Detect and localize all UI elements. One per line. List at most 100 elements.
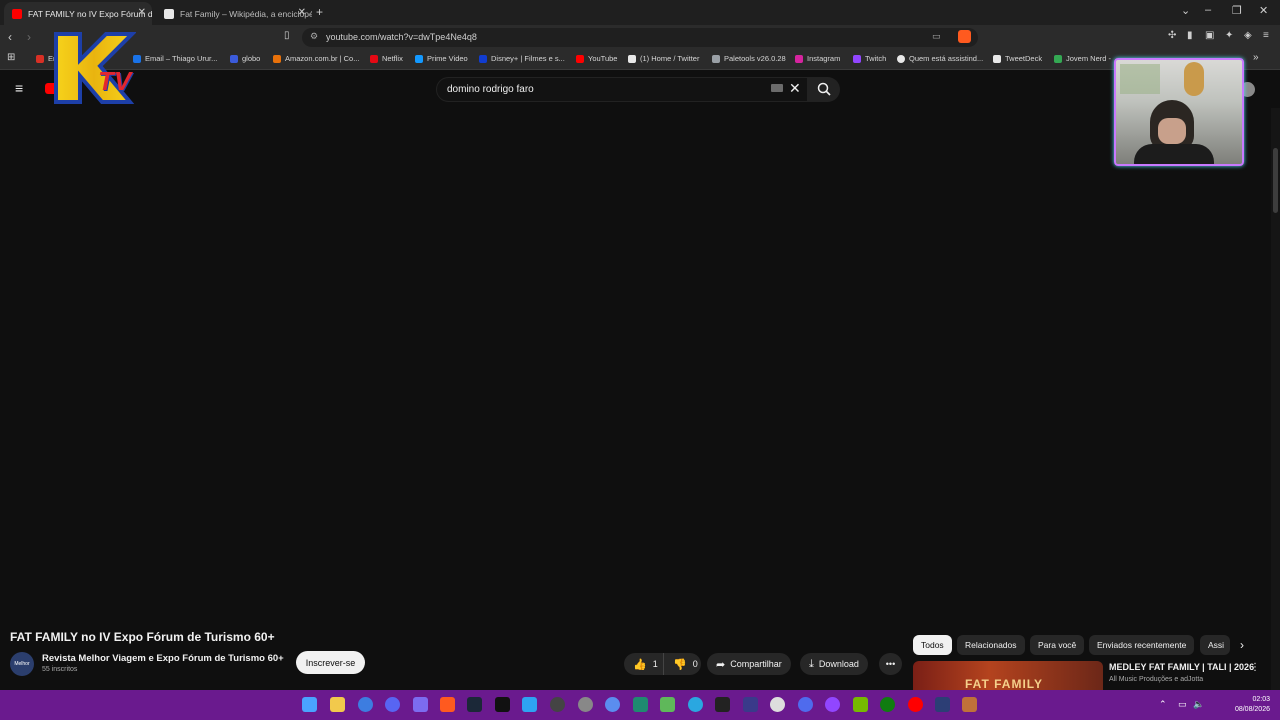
subscribe-button[interactable]: Inscrever-se	[296, 651, 365, 674]
app-icon[interactable]	[550, 697, 565, 712]
tab-search-icon[interactable]: ⌄	[1181, 4, 1190, 17]
bookmark-label: Prime Video	[427, 54, 468, 63]
more-bookmarks-icon[interactable]: »	[1253, 52, 1259, 63]
bookmark-item[interactable]: Email – Thiago Urur...	[133, 54, 217, 63]
tray-chevron-icon[interactable]: ⌃	[1159, 699, 1167, 710]
maximize-icon[interactable]: ❐	[1232, 4, 1242, 17]
volume-icon[interactable]: 🔈	[1193, 699, 1204, 710]
brave-shield-icon[interactable]	[958, 30, 971, 43]
extensions-icon[interactable]: ✣	[1168, 30, 1176, 41]
keyboard-icon[interactable]	[771, 84, 783, 92]
bookmark-item[interactable]: Instagram	[795, 54, 840, 63]
steam-icon[interactable]	[467, 697, 482, 712]
file-explorer-icon[interactable]	[330, 697, 345, 712]
app-icon[interactable]	[962, 697, 977, 712]
video-player[interactable]	[0, 108, 1270, 620]
app-icon[interactable]	[633, 697, 648, 712]
channel-avatar[interactable]: Melhor	[10, 652, 34, 676]
leo-icon[interactable]: ✦	[1225, 30, 1233, 41]
nvidia-icon[interactable]	[853, 697, 868, 712]
hamburger-menu-icon[interactable]: ≡	[15, 80, 23, 96]
app-icon[interactable]	[935, 697, 950, 712]
download-button[interactable]: ⤓ Download	[800, 653, 868, 675]
twitch-icon	[853, 54, 861, 63]
globo-icon	[230, 54, 238, 63]
bookmark-item[interactable]: Netflix	[370, 54, 403, 63]
network-icon[interactable]: ▭	[1178, 699, 1187, 710]
obs-studio-icon[interactable]	[578, 697, 593, 712]
windows-start-icon[interactable]	[302, 697, 317, 712]
app-icon[interactable]	[770, 697, 785, 712]
bookmark-item[interactable]: Prime Video	[415, 54, 468, 63]
sidebar-icon[interactable]: ▮	[1187, 30, 1193, 41]
browser-tab-strip: FAT FAMILY no IV Expo Fórum de ✕ Fat Fam…	[0, 0, 1280, 25]
browser-icon[interactable]	[358, 697, 373, 712]
bookmark-icon[interactable]: ▯	[284, 30, 290, 41]
chip-relacionados[interactable]: Relacionados	[957, 635, 1025, 655]
chip-assistidos[interactable]: Assi	[1200, 635, 1230, 655]
tab-youtube[interactable]: FAT FAMILY no IV Expo Fórum de ✕	[4, 2, 152, 25]
bookmark-item[interactable]: YouTube	[576, 54, 617, 63]
share-button[interactable]: ➦ Compartilhar	[707, 653, 791, 675]
clear-search-icon[interactable]: ✕	[789, 80, 801, 97]
close-icon[interactable]: ✕	[298, 7, 306, 18]
recommendation-title[interactable]: MEDLEY FAT FAMILY | TALI | 2026	[1109, 662, 1254, 672]
bookmark-item[interactable]: TweetDeck	[993, 54, 1042, 63]
vpn-icon[interactable]: ◈	[1244, 30, 1252, 41]
scrollbar-thumb[interactable]	[1273, 148, 1278, 213]
bookmark-item[interactable]: (1) Home / Twitter	[628, 54, 699, 63]
app-icon[interactable]	[688, 697, 703, 712]
like-button[interactable]: 👍 1	[624, 653, 663, 675]
new-tab-button[interactable]: +	[316, 5, 323, 19]
dislike-button[interactable]: 👎 0	[663, 653, 701, 675]
channel-name[interactable]: Revista Melhor Viagem e Expo Fórum de Tu…	[42, 653, 284, 664]
bookmark-item[interactable]: Jovem Nerd -	[1054, 54, 1111, 63]
close-window-icon[interactable]: ✕	[1259, 4, 1268, 17]
system-clock[interactable]: 02:03 08/08/2026	[1235, 695, 1270, 715]
chip-para-voce[interactable]: Para você	[1030, 635, 1085, 655]
xr-icon[interactable]	[743, 697, 758, 712]
bookmark-item[interactable]: Twitch	[853, 54, 886, 63]
page-scrollbar[interactable]	[1271, 108, 1280, 690]
bookmark-item[interactable]: Amazon.com.br | Co...	[273, 54, 359, 63]
gmail-icon	[36, 54, 44, 63]
bookmark-item[interactable]: globo	[230, 54, 260, 63]
battlenet-icon[interactable]	[522, 697, 537, 712]
minimize-icon[interactable]: –	[1205, 4, 1211, 16]
minecraft-icon[interactable]	[660, 697, 675, 712]
recommendation-thumbnail[interactable]: FAT FAMILY	[913, 661, 1103, 690]
forward-icon[interactable]: ›	[27, 30, 31, 44]
menu-icon[interactable]: ≡	[1263, 30, 1269, 41]
tweetdeck-icon	[993, 54, 1001, 63]
bookmark-label: YouTube	[588, 54, 618, 63]
obs-icon[interactable]	[413, 697, 428, 712]
xbox-icon[interactable]	[880, 697, 895, 712]
chip-todos[interactable]: Todos	[913, 635, 952, 655]
app-icon[interactable]	[605, 697, 620, 712]
twitch-taskbar-icon[interactable]	[825, 697, 840, 712]
wallet-icon[interactable]: ▣	[1205, 30, 1214, 41]
close-icon[interactable]: ✕	[138, 7, 146, 18]
epic-icon[interactable]	[495, 697, 510, 712]
cast-icon[interactable]: ▭	[932, 31, 941, 42]
person-face-image	[1158, 118, 1186, 144]
brave-icon[interactable]	[440, 697, 455, 712]
youtube-taskbar-icon[interactable]	[908, 697, 923, 712]
apps-grid-icon[interactable]: ⊞	[7, 52, 15, 63]
discord-icon[interactable]	[385, 697, 400, 712]
bookmarks-bar: ⊞ Em Email – Thiago Urur... globo Amazon…	[0, 49, 1280, 70]
bookmark-item[interactable]: Disney+ | Filmes e s...	[479, 54, 565, 63]
kebab-menu-icon[interactable]: ⋮	[1250, 662, 1260, 673]
app-icon[interactable]	[798, 697, 813, 712]
tab-wikipedia[interactable]: Fat Family – Wikipédia, a enciclopédi ✕	[156, 2, 312, 25]
bookmark-item[interactable]: Quem está assistind...	[897, 54, 983, 63]
site-info-icon[interactable]: ⚙	[310, 31, 318, 42]
search-input[interactable]: domino rodrigo faro ✕	[436, 77, 808, 102]
more-actions-button[interactable]: •••	[879, 653, 902, 675]
chip-enviados-recentemente[interactable]: Enviados recentemente	[1089, 635, 1195, 655]
bookmark-item[interactable]: Paletools v26.0.28	[712, 54, 786, 63]
address-bar[interactable]: ⚙ youtube.com/watch?v=dwTpe4Ne4q8 ▭	[302, 28, 978, 47]
back-icon[interactable]: ‹	[8, 30, 12, 44]
chevron-right-icon[interactable]: ›	[1240, 638, 1244, 652]
epic-games-icon[interactable]	[715, 697, 730, 712]
